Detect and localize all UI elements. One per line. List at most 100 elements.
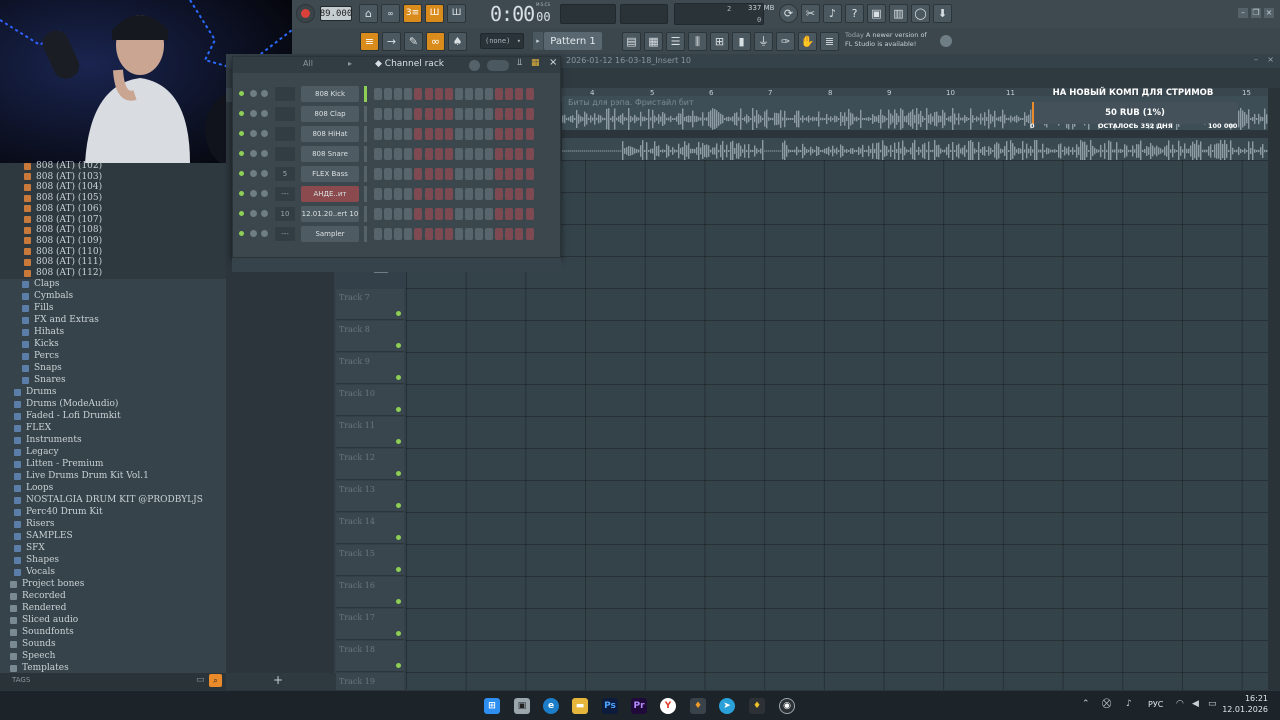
folder-icon[interactable]: ▭ bbox=[196, 675, 205, 685]
step-button[interactable] bbox=[485, 128, 494, 140]
step-button[interactable] bbox=[515, 168, 524, 180]
mixer-track-number[interactable]: --- bbox=[275, 227, 295, 241]
obs-icon[interactable]: ◉ bbox=[779, 698, 795, 714]
step-button[interactable] bbox=[515, 108, 524, 120]
wrench-icon[interactable]: ✑ bbox=[776, 32, 795, 51]
folder-item[interactable]: Recorded bbox=[10, 590, 66, 602]
track-header[interactable]: Track 12 bbox=[336, 449, 404, 480]
countdown-icon[interactable]: 3≡ bbox=[403, 4, 422, 23]
volume-knob-icon[interactable] bbox=[261, 170, 268, 177]
track-header[interactable]: Track 7 bbox=[336, 289, 404, 320]
step-button[interactable] bbox=[374, 128, 382, 140]
step-button[interactable] bbox=[475, 168, 483, 180]
track-mute-indicator[interactable] bbox=[396, 343, 401, 348]
pan-knob-icon[interactable] bbox=[250, 170, 257, 177]
step-button[interactable] bbox=[505, 128, 514, 140]
folder-item[interactable]: Project bones bbox=[10, 578, 84, 590]
step-button[interactable] bbox=[464, 228, 473, 240]
channel-select-indicator[interactable] bbox=[364, 106, 367, 122]
folder-item[interactable]: Litten - Premium bbox=[14, 458, 103, 470]
channel-button[interactable]: 808 Snare bbox=[301, 146, 359, 162]
edge-icon[interactable]: e bbox=[543, 698, 559, 714]
step-button[interactable] bbox=[414, 128, 423, 140]
step-button[interactable] bbox=[525, 128, 534, 140]
track-mute-indicator[interactable] bbox=[396, 439, 401, 444]
channel-mute-icon[interactable] bbox=[239, 211, 244, 216]
graph-icon[interactable]: ⫫ bbox=[517, 58, 522, 68]
step-button[interactable] bbox=[424, 128, 433, 140]
step-button[interactable] bbox=[495, 148, 504, 160]
mixer-track-number[interactable] bbox=[275, 87, 295, 101]
step-button[interactable] bbox=[525, 148, 534, 160]
pencil-icon[interactable]: ✎ bbox=[404, 32, 423, 51]
channel-button[interactable]: 808 Clap bbox=[301, 106, 359, 122]
step-button[interactable] bbox=[454, 108, 463, 120]
time-display[interactable]: 0:00 00 M:S:CS bbox=[490, 2, 552, 26]
step-button[interactable] bbox=[444, 148, 453, 160]
track-mute-indicator[interactable] bbox=[396, 471, 401, 476]
loop-record-icon[interactable]: Ш bbox=[447, 4, 466, 23]
track-header[interactable]: Track 17 bbox=[336, 609, 404, 640]
step-button[interactable] bbox=[505, 88, 514, 100]
step-button[interactable] bbox=[485, 208, 494, 220]
folder-item[interactable]: Shapes bbox=[14, 554, 59, 566]
step-button[interactable] bbox=[394, 128, 403, 140]
folder-item[interactable]: Cymbals bbox=[22, 290, 73, 302]
step-button[interactable] bbox=[485, 228, 494, 240]
volume-icon[interactable]: ◀ bbox=[1192, 699, 1199, 709]
channel-mute-icon[interactable] bbox=[239, 191, 244, 196]
browser-icon[interactable]: ⊞ bbox=[710, 32, 729, 51]
clock-date[interactable]: 12.01.2026 bbox=[1222, 705, 1268, 714]
step-button[interactable] bbox=[525, 88, 534, 100]
volume-knob-icon[interactable] bbox=[261, 110, 268, 117]
track-mute-indicator[interactable] bbox=[396, 631, 401, 636]
step-button[interactable] bbox=[525, 228, 534, 240]
step-button[interactable] bbox=[515, 88, 524, 100]
record-icon[interactable] bbox=[296, 4, 315, 23]
folder-item[interactable]: Kicks bbox=[22, 338, 59, 350]
folder-item[interactable]: Percs bbox=[22, 350, 59, 362]
step-button[interactable] bbox=[475, 108, 483, 120]
folder-item[interactable]: Live Drums Drum Kit Vol.1 bbox=[14, 470, 149, 482]
metronome-icon[interactable]: ⌂ bbox=[359, 4, 378, 23]
step-button[interactable] bbox=[374, 188, 382, 200]
news-icon[interactable] bbox=[940, 35, 952, 47]
arrow-icon[interactable]: → bbox=[382, 32, 401, 51]
step-button[interactable] bbox=[464, 88, 473, 100]
step-button[interactable] bbox=[414, 108, 423, 120]
track-mute-indicator[interactable] bbox=[396, 407, 401, 412]
step-button[interactable] bbox=[495, 208, 504, 220]
track-mute-indicator[interactable] bbox=[396, 567, 401, 572]
step-button[interactable] bbox=[414, 148, 423, 160]
channel-mute-icon[interactable] bbox=[239, 131, 244, 136]
step-button[interactable] bbox=[424, 148, 433, 160]
step-button[interactable] bbox=[424, 108, 433, 120]
folder-item[interactable]: Soundfonts bbox=[10, 626, 74, 638]
close-icon[interactable]: × bbox=[1264, 8, 1274, 18]
step-button[interactable] bbox=[505, 228, 514, 240]
folder-item[interactable]: Snaps bbox=[22, 362, 62, 374]
tray-arrow-icon[interactable]: ⌃ bbox=[1082, 699, 1090, 709]
microphone-icon[interactable]: ♪ bbox=[823, 4, 842, 23]
step-button[interactable] bbox=[384, 88, 393, 100]
fl-studio-alt-icon[interactable]: ♦ bbox=[749, 698, 765, 714]
step-button[interactable] bbox=[505, 168, 514, 180]
step-button[interactable] bbox=[464, 128, 473, 140]
step-button[interactable] bbox=[464, 148, 473, 160]
notes-icon[interactable]: ≣ bbox=[820, 32, 839, 51]
touch-icon[interactable]: ✋ bbox=[798, 32, 817, 51]
step-button[interactable] bbox=[444, 208, 453, 220]
step-button[interactable] bbox=[394, 228, 403, 240]
channel-mute-icon[interactable] bbox=[239, 231, 244, 236]
task-view-icon[interactable]: ▣ bbox=[514, 698, 530, 714]
step-button[interactable] bbox=[505, 188, 514, 200]
folder-item[interactable]: Hihats bbox=[22, 326, 64, 338]
mic-tray-icon[interactable]: ♪ bbox=[1126, 699, 1132, 709]
step-button[interactable] bbox=[384, 228, 393, 240]
step-button[interactable] bbox=[495, 168, 504, 180]
step-button[interactable] bbox=[404, 188, 413, 200]
channel-button[interactable]: 808 Kick bbox=[301, 86, 359, 102]
clock-time[interactable]: 16:21 bbox=[1228, 694, 1268, 703]
folder-item[interactable]: Instruments bbox=[14, 434, 82, 446]
track-mute-indicator[interactable] bbox=[396, 311, 401, 316]
